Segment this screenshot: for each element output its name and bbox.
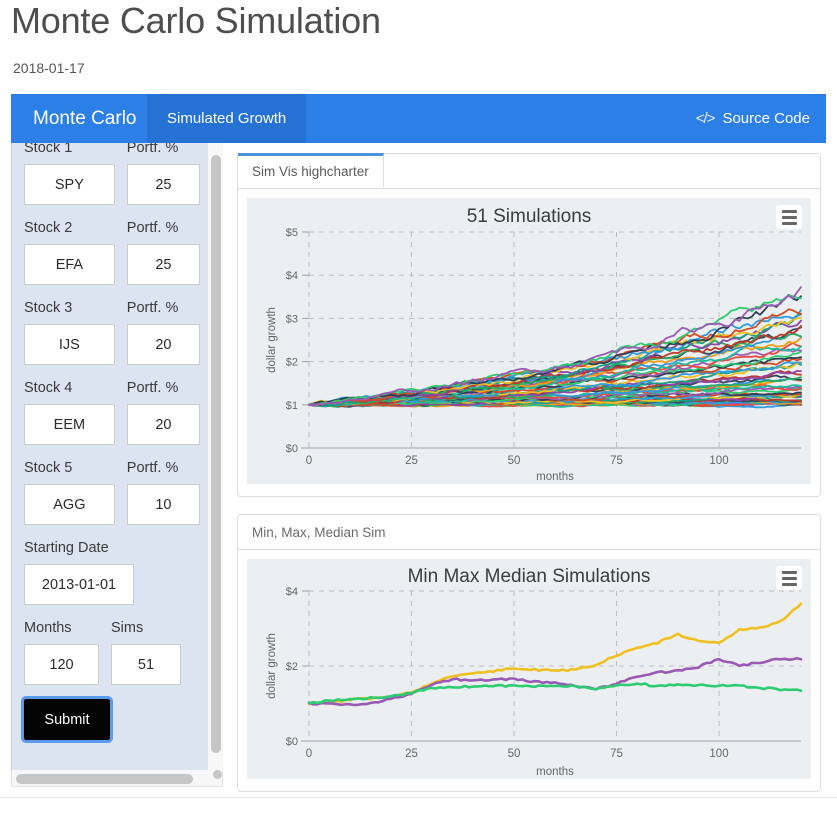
tab-sim-vis-highcharter[interactable]: Sim Vis highcharter [238, 153, 384, 188]
panel-sim-vis: Sim Vis highcharter 51 Simulations $0 $1 $… [237, 153, 821, 497]
months-sims-group: Months 120 Sims 51 [24, 619, 200, 685]
panel-1-tabbar: Sim Vis highcharter [238, 153, 820, 189]
chart-51-simulations: 51 Simulations $0 $1 $2 $3 $4 $5 0 25 50 75 100 mon… [247, 198, 811, 484]
svg-text:75: 75 [610, 748, 623, 760]
app-page: Monte Carlo Simulation 2018-01-17 Monte … [0, 0, 837, 813]
svg-text:100: 100 [709, 455, 728, 467]
sidebar-vertical-scroll-thumb[interactable] [211, 155, 221, 753]
stock-1-label: Stock 1 [24, 143, 73, 156]
submit-button[interactable]: Submit [21, 696, 113, 743]
page-date: 2018-01-17 [13, 60, 85, 76]
sidebar-horizontal-scroll-thumb[interactable] [16, 774, 193, 784]
portf-pct-1-label: Portf. % [126, 143, 179, 156]
svg-text:months: months [536, 471, 574, 483]
chart-2-canvas: $0 $2 $4 0 25 50 75 100 months dollar growth [247, 559, 811, 779]
months-input[interactable]: 120 [24, 644, 99, 685]
svg-text:100: 100 [709, 748, 728, 760]
stock-5-label: Stock 5 [24, 460, 73, 476]
starting-date-label: Starting Date [24, 540, 109, 556]
sidebar-horizontal-scrollbar[interactable] [11, 770, 223, 787]
svg-text:$2: $2 [286, 661, 298, 673]
svg-text:$2: $2 [286, 357, 298, 369]
svg-text:50: 50 [508, 748, 521, 760]
stock-2-label: Stock 2 [24, 220, 73, 236]
svg-text:25: 25 [405, 748, 418, 760]
sidebar-vertical-scrollbar[interactable] [207, 143, 223, 770]
svg-text:50: 50 [508, 455, 521, 467]
page-bottom-divider [0, 797, 837, 798]
stock-row-5: Stock 5 AGG Portf. % 10 [24, 459, 200, 525]
panel-min-max-median: Min, Max, Median Sim Min Max Median Simu… [237, 514, 821, 792]
portf-pct-5-input[interactable]: 10 [126, 484, 200, 525]
svg-text:dollar growth: dollar growth [266, 307, 278, 373]
scroll-corner-dot [213, 770, 222, 779]
portf-pct-2-input[interactable]: 25 [126, 244, 200, 285]
navbar: Monte Carlo Simulated Growth </> Source … [11, 94, 826, 143]
stock-5-input[interactable]: AGG [24, 484, 115, 525]
svg-text:0: 0 [306, 455, 312, 467]
svg-text:$1: $1 [286, 400, 298, 412]
sims-input[interactable]: 51 [111, 644, 181, 685]
tab-simulated-growth[interactable]: Simulated Growth [147, 94, 307, 143]
portf-pct-4-input[interactable]: 20 [126, 404, 200, 445]
source-code-link[interactable]: </> Source Code [696, 94, 810, 143]
starting-date-group: Starting Date 2013-01-01 [24, 539, 200, 605]
stock-4-label: Stock 4 [24, 380, 73, 396]
stock-1-input[interactable]: SPY [24, 164, 115, 205]
starting-date-input[interactable]: 2013-01-01 [24, 564, 134, 605]
stock-3-input[interactable]: IJS [24, 324, 115, 365]
sims-label: Sims [111, 620, 144, 636]
chart-1-canvas: $0 $1 $2 $3 $4 $5 0 25 50 75 100 months dollar growt… [247, 198, 811, 484]
portf-pct-3-input[interactable]: 20 [126, 324, 200, 365]
portf-pct-3-label: Portf. % [126, 300, 179, 316]
panel-2-header: Min, Max, Median Sim [238, 515, 820, 550]
svg-text:$4: $4 [286, 270, 298, 282]
portf-pct-1-input[interactable]: 25 [126, 164, 200, 205]
chart-min-max-median: Min Max Median Simulations $0 $2 $4 0 25 50 75… [247, 559, 811, 779]
svg-text:$3: $3 [286, 313, 298, 325]
stock-row-1: Stock 1 SPY Portf. % 25 [24, 143, 200, 205]
stock-3-label: Stock 3 [24, 300, 73, 316]
stock-2-input[interactable]: EFA [24, 244, 115, 285]
page-title: Monte Carlo Simulation [11, 0, 381, 41]
source-code-label: Source Code [722, 110, 810, 127]
code-icon: </> [695, 110, 716, 127]
svg-text:$0: $0 [286, 443, 298, 455]
stock-row-2: Stock 2 EFA Portf. % 25 [24, 219, 200, 285]
months-label: Months [24, 620, 72, 636]
portf-pct-4-label: Portf. % [126, 380, 179, 396]
svg-text:25: 25 [405, 455, 418, 467]
svg-text:0: 0 [306, 748, 312, 760]
nav-brand[interactable]: Monte Carlo [11, 94, 159, 143]
sidebar-form: Stock 1 SPY Portf. % 25 Stock 2 EFA Port… [12, 143, 212, 754]
sidebar: Stock 1 SPY Portf. % 25 Stock 2 EFA Port… [11, 143, 223, 783]
svg-text:dollar growth: dollar growth [266, 633, 278, 699]
stock-4-input[interactable]: EEM [24, 404, 115, 445]
portf-pct-5-label: Portf. % [126, 460, 179, 476]
stock-row-3: Stock 3 IJS Portf. % 20 [24, 299, 200, 365]
svg-text:75: 75 [610, 455, 623, 467]
svg-text:$5: $5 [286, 227, 298, 239]
portf-pct-2-label: Portf. % [126, 220, 179, 236]
svg-text:$0: $0 [286, 736, 298, 748]
svg-text:$4: $4 [286, 586, 298, 598]
stock-row-4: Stock 4 EEM Portf. % 20 [24, 379, 200, 445]
svg-text:months: months [536, 766, 574, 778]
